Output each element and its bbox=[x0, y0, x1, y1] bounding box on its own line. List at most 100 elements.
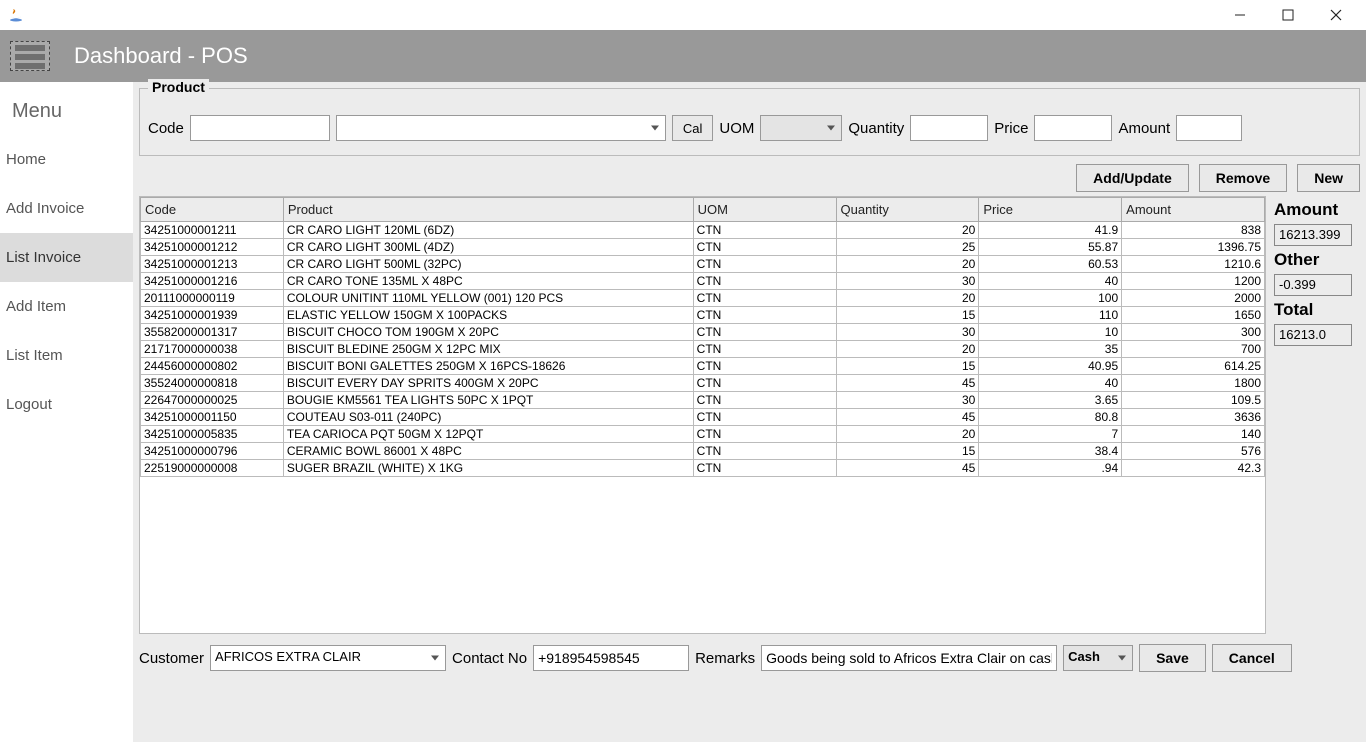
cell-amount: 576 bbox=[1122, 443, 1265, 460]
close-button[interactable] bbox=[1324, 3, 1348, 27]
table-row[interactable]: 22519000000008SUGER BRAZIL (WHITE) X 1KG… bbox=[141, 460, 1265, 477]
remove-button[interactable]: Remove bbox=[1199, 164, 1287, 192]
table-row[interactable]: 34251000001212CR CARO LIGHT 300ML (4DZ)C… bbox=[141, 239, 1265, 256]
cal-button[interactable]: Cal bbox=[672, 115, 714, 141]
col-header[interactable]: Price bbox=[979, 198, 1122, 222]
cell-price: 35 bbox=[979, 341, 1122, 358]
cell-uom: CTN bbox=[693, 358, 836, 375]
remarks-label: Remarks bbox=[695, 650, 755, 667]
maximize-button[interactable] bbox=[1276, 3, 1300, 27]
table-row[interactable]: 21717000000038BISCUIT BLEDINE 250GM X 12… bbox=[141, 341, 1265, 358]
sidebar-item-logout[interactable]: Logout bbox=[0, 380, 133, 429]
cell-code: 21717000000038 bbox=[141, 341, 284, 358]
table-row[interactable]: 34251000001213CR CARO LIGHT 500ML (32PC)… bbox=[141, 256, 1265, 273]
new-button[interactable]: New bbox=[1297, 164, 1360, 192]
price-label: Price bbox=[994, 120, 1028, 137]
customer-combo[interactable]: AFRICOS EXTRA CLAIR bbox=[210, 645, 446, 671]
uom-label: UOM bbox=[719, 120, 754, 137]
product-legend: Product bbox=[148, 79, 209, 95]
cell-amount: 1650 bbox=[1122, 307, 1265, 324]
cell-code: 34251000001212 bbox=[141, 239, 284, 256]
table-row[interactable]: 20111000000119COLOUR UNITINT 110ML YELLO… bbox=[141, 290, 1265, 307]
sidebar-item-add-item[interactable]: Add Item bbox=[0, 282, 133, 331]
totals-panel: Amount 16213.399 Other -0.399 Total 1621… bbox=[1274, 196, 1360, 346]
cell-qty: 45 bbox=[836, 409, 979, 426]
contact-label: Contact No bbox=[452, 650, 527, 667]
contact-input[interactable] bbox=[533, 645, 689, 671]
cancel-button[interactable]: Cancel bbox=[1212, 644, 1292, 672]
table-row[interactable]: 34251000001150COUTEAU S03-011 (240PC)CTN… bbox=[141, 409, 1265, 426]
code-input[interactable] bbox=[190, 115, 330, 141]
cell-product: COUTEAU S03-011 (240PC) bbox=[283, 409, 693, 426]
cell-code: 20111000000119 bbox=[141, 290, 284, 307]
cell-price: 40 bbox=[979, 375, 1122, 392]
table-row[interactable]: 34251000001939ELASTIC YELLOW 150GM X 100… bbox=[141, 307, 1265, 324]
app-toolbar: Dashboard - POS bbox=[0, 30, 1366, 82]
table-row[interactable]: 34251000001216CR CARO TONE 135ML X 48PCC… bbox=[141, 273, 1265, 290]
uom-combo[interactable] bbox=[760, 115, 842, 141]
col-header[interactable]: UOM bbox=[693, 198, 836, 222]
cell-qty: 45 bbox=[836, 460, 979, 477]
cell-uom: CTN bbox=[693, 392, 836, 409]
quantity-input[interactable] bbox=[910, 115, 988, 141]
cell-uom: CTN bbox=[693, 307, 836, 324]
sidebar-item-add-invoice[interactable]: Add Invoice bbox=[0, 184, 133, 233]
col-header[interactable]: Code bbox=[141, 198, 284, 222]
table-row[interactable]: 34251000001211CR CARO LIGHT 120ML (6DZ)C… bbox=[141, 222, 1265, 239]
add-update-button[interactable]: Add/Update bbox=[1076, 164, 1189, 192]
col-header[interactable]: Amount bbox=[1122, 198, 1265, 222]
cell-product: CERAMIC BOWL 86001 X 48PC bbox=[283, 443, 693, 460]
payment-combo[interactable]: Cash bbox=[1063, 645, 1133, 671]
cell-amount: 140 bbox=[1122, 426, 1265, 443]
minimize-button[interactable] bbox=[1228, 3, 1252, 27]
table-row[interactable]: 22647000000025BOUGIE KM5561 TEA LIGHTS 5… bbox=[141, 392, 1265, 409]
table-row[interactable]: 34251000005835TEA CARIOCA PQT 50GM X 12P… bbox=[141, 426, 1265, 443]
invoice-table[interactable]: CodeProductUOMQuantityPriceAmount 342510… bbox=[139, 196, 1266, 634]
menu-icon[interactable] bbox=[10, 41, 50, 71]
cell-amount: 109.5 bbox=[1122, 392, 1265, 409]
cell-code: 35524000000818 bbox=[141, 375, 284, 392]
cell-code: 24456000000802 bbox=[141, 358, 284, 375]
table-row[interactable]: 34251000000796CERAMIC BOWL 86001 X 48PCC… bbox=[141, 443, 1265, 460]
price-input[interactable] bbox=[1034, 115, 1112, 141]
amount-label: Amount bbox=[1118, 120, 1170, 137]
quantity-label: Quantity bbox=[848, 120, 904, 137]
cell-price: 10 bbox=[979, 324, 1122, 341]
code-label: Code bbox=[148, 120, 184, 137]
cell-price: 7 bbox=[979, 426, 1122, 443]
sidebar-item-list-item[interactable]: List Item bbox=[0, 331, 133, 380]
cell-qty: 20 bbox=[836, 222, 979, 239]
sidebar-item-list-invoice[interactable]: List Invoice bbox=[0, 233, 133, 282]
cell-price: 55.87 bbox=[979, 239, 1122, 256]
cell-price: 60.53 bbox=[979, 256, 1122, 273]
col-header[interactable]: Quantity bbox=[836, 198, 979, 222]
save-button[interactable]: Save bbox=[1139, 644, 1206, 672]
remarks-input[interactable] bbox=[761, 645, 1057, 671]
cell-code: 35582000001317 bbox=[141, 324, 284, 341]
product-fieldset: Product Code Cal UOM Quantity Price Amou… bbox=[139, 88, 1360, 156]
cell-uom: CTN bbox=[693, 443, 836, 460]
cell-code: 34251000001150 bbox=[141, 409, 284, 426]
col-header[interactable]: Product bbox=[283, 198, 693, 222]
amount-input[interactable] bbox=[1176, 115, 1242, 141]
sidebar-item-home[interactable]: Home bbox=[0, 135, 133, 184]
cell-uom: CTN bbox=[693, 290, 836, 307]
cell-code: 34251000001939 bbox=[141, 307, 284, 324]
cell-price: 41.9 bbox=[979, 222, 1122, 239]
java-icon bbox=[8, 7, 24, 23]
cell-price: 110 bbox=[979, 307, 1122, 324]
cell-amount: 700 bbox=[1122, 341, 1265, 358]
totals-amount-label: Amount bbox=[1274, 200, 1360, 220]
cell-product: CR CARO LIGHT 500ML (32PC) bbox=[283, 256, 693, 273]
table-row[interactable]: 35582000001317BISCUIT CHOCO TOM 190GM X … bbox=[141, 324, 1265, 341]
table-row[interactable]: 35524000000818BISCUIT EVERY DAY SPRITS 4… bbox=[141, 375, 1265, 392]
cell-product: TEA CARIOCA PQT 50GM X 12PQT bbox=[283, 426, 693, 443]
cell-qty: 15 bbox=[836, 307, 979, 324]
cell-amount: 1396.75 bbox=[1122, 239, 1265, 256]
customer-label: Customer bbox=[139, 650, 204, 667]
cell-product: COLOUR UNITINT 110ML YELLOW (001) 120 PC… bbox=[283, 290, 693, 307]
table-row[interactable]: 24456000000802BISCUIT BONI GALETTES 250G… bbox=[141, 358, 1265, 375]
product-name-combo[interactable] bbox=[336, 115, 666, 141]
cell-qty: 45 bbox=[836, 375, 979, 392]
totals-amount-value: 16213.399 bbox=[1274, 224, 1352, 246]
